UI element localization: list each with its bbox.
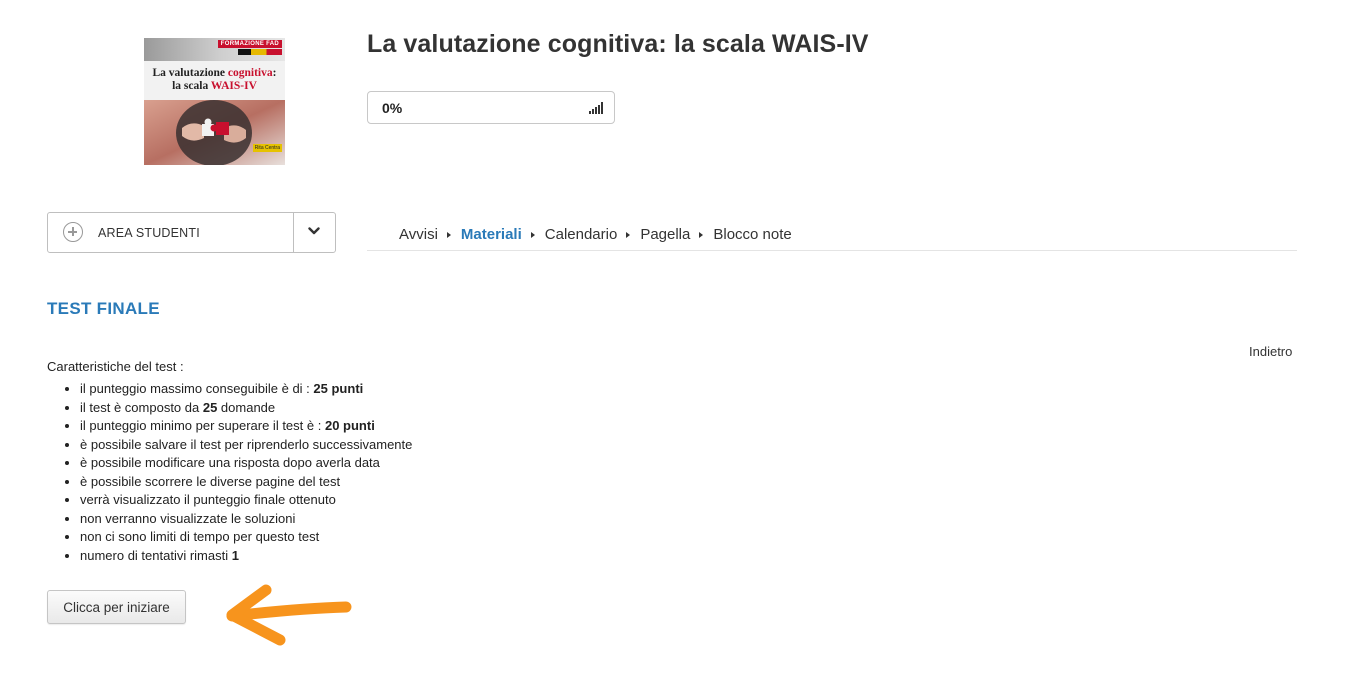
area-studenti-label: AREA STUDENTI <box>98 226 200 240</box>
breadcrumb-separator-icon <box>522 231 545 238</box>
course-cover-image: FORMAZIONE FAD La valutazione cognitiva:… <box>144 38 285 165</box>
nav-link[interactable]: Calendario <box>545 226 618 243</box>
test-feature-item: è possibile scorrere le diverse pagine d… <box>80 473 412 492</box>
plus-circle-icon <box>63 222 83 242</box>
nav-item-calendario[interactable]: Calendario <box>545 226 618 243</box>
test-feature-item: il punteggio minimo per superare il test… <box>80 417 412 436</box>
nav-item-materiali[interactable]: Materiali <box>461 226 522 243</box>
course-progress: 0% <box>367 91 615 124</box>
course-title: La valutazione cognitiva: la scala WAIS-… <box>367 30 869 58</box>
nav-link[interactable]: Materiali <box>461 226 522 243</box>
test-feature-item: è possibile salvare il test per riprende… <box>80 436 412 455</box>
test-feature-item: il test è composto da 25 domande <box>80 399 412 418</box>
signal-bars-icon <box>589 102 603 114</box>
nav-item-blocco-note[interactable]: Blocco note <box>713 226 791 243</box>
test-title: TEST FINALE <box>47 299 160 318</box>
start-test-button[interactable]: Clicca per iniziare <box>47 590 186 624</box>
cover-brand-logo: FORMAZIONE FAD <box>217 40 282 48</box>
progress-label: 0% <box>382 100 403 116</box>
nav-link[interactable]: Avvisi <box>399 226 438 243</box>
annotation-arrow-icon <box>226 584 352 646</box>
cover-brand-stripe <box>238 49 282 55</box>
test-feature-item: il punteggio massimo conseguibile è di :… <box>80 380 412 399</box>
nav-link[interactable]: Pagella <box>640 226 690 243</box>
chevron-down-icon <box>308 227 320 235</box>
test-feature-item: numero di tentativi rimasti 1 <box>80 547 412 566</box>
breadcrumb-separator-icon <box>617 231 640 238</box>
area-studenti-dropdown[interactable]: AREA STUDENTI <box>47 212 336 253</box>
test-feature-item: verrà visualizzato il punteggio finale o… <box>80 491 412 510</box>
cover-title: La valutazione cognitiva: la scala WAIS-… <box>152 67 277 92</box>
breadcrumb-separator-icon <box>438 231 461 238</box>
course-nav: Avvisi Materiali Calendario Pagella Blocco n… <box>367 226 1297 251</box>
dropdown-toggle-button[interactable] <box>294 213 335 252</box>
cover-puzzle-illustration <box>144 100 285 165</box>
test-feature-item: non ci sono limiti di tempo per questo t… <box>80 528 412 547</box>
nav-item-pagella[interactable]: Pagella <box>640 226 690 243</box>
nav-link[interactable]: Blocco note <box>713 226 791 243</box>
test-features-intro: Caratteristiche del test : <box>47 359 184 374</box>
test-feature-item: è possibile modificare una risposta dopo… <box>80 454 412 473</box>
cover-author-tag: Rita Centra <box>252 144 282 152</box>
nav-item-avvisi[interactable]: Avvisi <box>399 226 438 243</box>
back-link[interactable]: Indietro <box>1249 344 1292 359</box>
breadcrumb-separator-icon <box>690 231 713 238</box>
test-features-list: il punteggio massimo conseguibile è di :… <box>47 380 412 565</box>
test-feature-item: non verranno visualizzate le soluzioni <box>80 510 412 529</box>
